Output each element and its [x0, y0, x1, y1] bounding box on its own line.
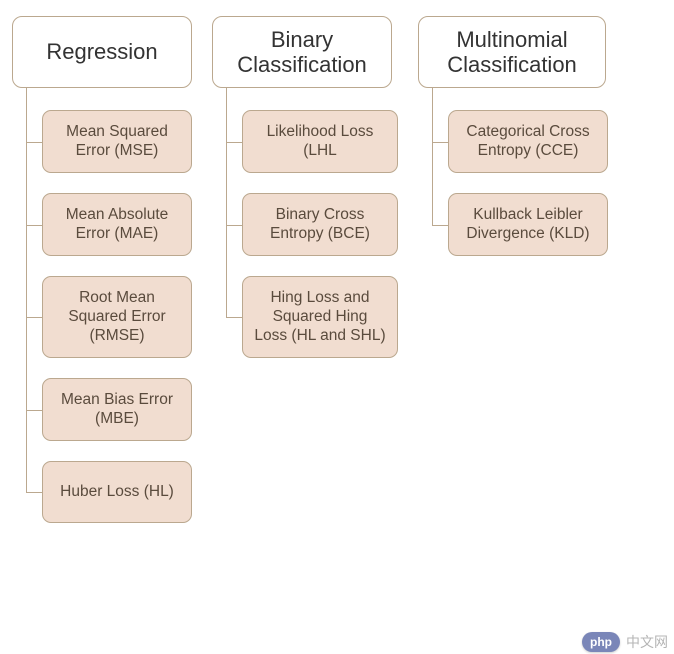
leaf-rmse: Root Mean Squared Error (RMSE) — [42, 276, 192, 358]
column-multinomial: Multinomial Classification Categorical C… — [418, 16, 608, 266]
child-wrap: Mean Squared Error (MSE) — [42, 100, 192, 183]
leaf-mae: Mean Absolute Error (MAE) — [42, 193, 192, 256]
column-binary: Binary Classification Likelihood Loss (L… — [212, 16, 398, 368]
column-regression: Regression Mean Squared Error (MSE) Mean… — [12, 16, 192, 533]
children-binary: Likelihood Loss (LHL Binary Cross Entrop… — [242, 88, 398, 368]
watermark-text: 中文网 — [626, 632, 668, 652]
category-binary: Binary Classification — [212, 16, 392, 88]
child-wrap: Binary Cross Entropy (BCE) — [242, 183, 398, 266]
child-wrap: Likelihood Loss (LHL — [242, 100, 398, 183]
leaf-lhl: Likelihood Loss (LHL — [242, 110, 398, 173]
leaf-mse: Mean Squared Error (MSE) — [42, 110, 192, 173]
child-wrap: Root Mean Squared Error (RMSE) — [42, 266, 192, 368]
child-wrap: Huber Loss (HL) — [42, 451, 192, 533]
leaf-huber: Huber Loss (HL) — [42, 461, 192, 523]
leaf-cce: Categorical Cross Entropy (CCE) — [448, 110, 608, 173]
child-wrap: Categorical Cross Entropy (CCE) — [448, 100, 608, 183]
child-wrap: Kullback Leibler Divergence (KLD) — [448, 183, 608, 266]
watermark-badge: php — [582, 632, 620, 652]
category-title: Binary Classification — [237, 27, 367, 78]
child-wrap: Hing Loss and Squared Hing Loss (HL and … — [242, 266, 398, 368]
category-title: Regression — [46, 39, 157, 64]
child-wrap: Mean Bias Error (MBE) — [42, 368, 192, 451]
watermark: php 中文网 — [582, 632, 668, 652]
children-regression: Mean Squared Error (MSE) Mean Absolute E… — [42, 88, 192, 533]
leaf-mbe: Mean Bias Error (MBE) — [42, 378, 192, 441]
diagram-columns: Regression Mean Squared Error (MSE) Mean… — [0, 0, 674, 549]
leaf-hinge: Hing Loss and Squared Hing Loss (HL and … — [242, 276, 398, 358]
category-title: Multinomial Classification — [447, 27, 577, 78]
child-wrap: Mean Absolute Error (MAE) — [42, 183, 192, 266]
category-regression: Regression — [12, 16, 192, 88]
leaf-bce: Binary Cross Entropy (BCE) — [242, 193, 398, 256]
leaf-kld: Kullback Leibler Divergence (KLD) — [448, 193, 608, 256]
category-multinomial: Multinomial Classification — [418, 16, 606, 88]
children-multinomial: Categorical Cross Entropy (CCE) Kullback… — [448, 88, 608, 266]
